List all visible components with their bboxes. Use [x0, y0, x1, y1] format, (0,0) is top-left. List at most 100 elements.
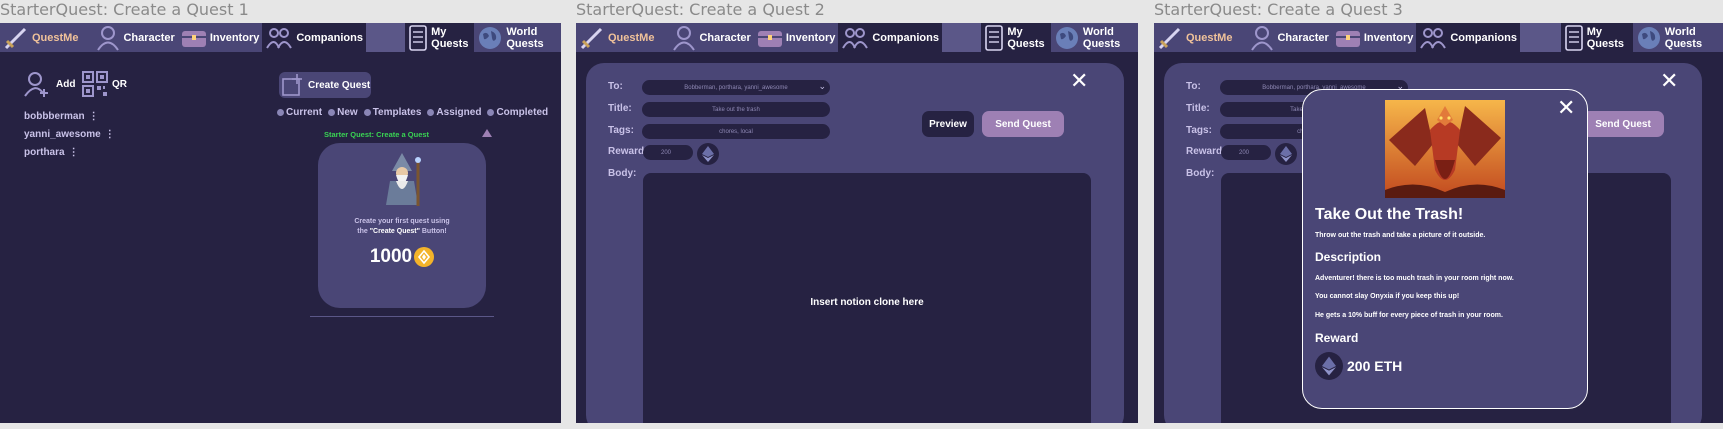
add-person-icon [24, 72, 48, 97]
send-quest-button[interactable]: Send Quest [1582, 111, 1664, 137]
close-icon[interactable]: ✕ [1660, 69, 1678, 94]
preview-button[interactable]: Preview [922, 111, 974, 137]
filter-templates[interactable]: Templates [363, 107, 421, 118]
create-quest-label: Create Quest [308, 79, 371, 91]
nav-character[interactable]: Character [93, 23, 177, 52]
eth-currency-icon[interactable] [1275, 143, 1297, 165]
frame-create-quest-3: QuestMe Character Inventory Companions M… [1154, 23, 1723, 423]
person-icon [1251, 25, 1274, 51]
top-nav: QuestMe Character Inventory Companions M… [1154, 23, 1723, 52]
create-quest-form: To: Bobberman, porthara, yanni_awesome ⌄… [586, 63, 1124, 423]
body-label: Body: [608, 168, 637, 179]
qr-label: QR [112, 78, 127, 90]
person-icon [673, 25, 696, 51]
frame-create-quest-1: QuestMe Character Inventory Companions M… [0, 23, 561, 423]
reward-label: Reward: [1186, 146, 1226, 157]
nav-world-quests-label: World Quests [1664, 25, 1703, 50]
nav-questme-label: QuestMe [608, 31, 655, 44]
nav-my-quests-label: My Quests [1586, 25, 1625, 50]
to-label: To: [1186, 81, 1201, 92]
quest-filter-bar: Current New Templates Assigned Completed [277, 107, 548, 118]
scroll-list-icon [985, 24, 1004, 51]
send-quest-button[interactable]: Send Quest [982, 111, 1064, 137]
nav-questme[interactable]: QuestMe [576, 23, 657, 52]
companion-item[interactable]: yanni_awesome ⋮ [24, 129, 115, 140]
nav-questme[interactable]: QuestMe [0, 23, 81, 52]
collapse-triangle-icon[interactable] [482, 129, 492, 137]
description-line: You cannot slay Onyxia if you keep this … [1315, 293, 1460, 300]
companion-item[interactable]: porthara ⋮ [24, 147, 79, 158]
to-label: To: [608, 81, 623, 92]
nav-my-quests[interactable]: My Quests [405, 23, 475, 52]
to-select[interactable]: Bobberman, porthara, yanni_awesome ⌄ [642, 80, 830, 95]
filter-completed[interactable]: Completed [487, 107, 548, 118]
chest-icon [1335, 30, 1360, 47]
reward-heading: Reward [1315, 331, 1359, 345]
more-icon[interactable]: ⋮ [105, 129, 115, 140]
add-companion-button[interactable]: Add [24, 71, 75, 97]
nav-questme-label: QuestMe [32, 31, 79, 44]
close-icon[interactable]: ✕ [1070, 69, 1088, 94]
nav-companions-label: Companions [296, 31, 363, 44]
sword-icon [1158, 27, 1181, 49]
coin-icon [414, 247, 435, 267]
radio-icon [487, 109, 495, 116]
top-nav: QuestMe Character Inventory Companions M… [0, 23, 561, 52]
filter-new[interactable]: New [328, 107, 358, 118]
title-label: Title: [608, 103, 632, 114]
companions-icon [266, 27, 293, 49]
radio-icon [427, 109, 435, 116]
scroll-list-icon [409, 24, 427, 51]
dragon-image [1385, 100, 1505, 198]
nav-companions[interactable]: Companions [1416, 23, 1520, 52]
starter-quest-card[interactable]: Create your first quest using the "Creat… [318, 143, 486, 308]
companion-name: yanni_awesome [24, 129, 101, 140]
nav-my-quests[interactable]: My Quests [1560, 23, 1633, 52]
more-icon[interactable]: ⋮ [69, 147, 79, 158]
nav-my-quests[interactable]: My Quests [981, 23, 1051, 52]
nav-companions[interactable]: Companions [838, 23, 942, 52]
nav-my-quests-label: My Quests [431, 25, 469, 50]
nav-inventory[interactable]: Inventory [754, 23, 839, 52]
tags-label: Tags: [1186, 125, 1212, 136]
nav-character[interactable]: Character [1247, 23, 1331, 52]
nav-companions[interactable]: Companions [262, 23, 366, 52]
chest-icon [757, 30, 782, 47]
starter-quest-title: Starter Quest: Create a Quest [324, 130, 430, 139]
nav-inventory-label: Inventory [1363, 31, 1414, 44]
nav-companions-label: Companions [1450, 31, 1517, 44]
nav-character[interactable]: Character [669, 23, 753, 52]
preview-title: Take Out the Trash! [1315, 206, 1464, 223]
globe-icon [1055, 26, 1078, 49]
nav-inventory[interactable]: Inventory [1332, 23, 1417, 52]
frame-title-2: StarterQuest: Create a Quest 2 [576, 0, 825, 19]
nav-world-quests[interactable]: World Quests [1632, 23, 1723, 52]
eth-currency-icon[interactable] [697, 143, 719, 165]
nav-world-quests-label: World Quests [1082, 25, 1121, 50]
reward-input[interactable]: 200 [1221, 145, 1271, 160]
nav-inventory-label: Inventory [785, 31, 836, 44]
companion-item[interactable]: bobbberman ⋮ [24, 111, 99, 122]
sword-icon [580, 27, 603, 49]
nav-inventory[interactable]: Inventory [178, 23, 263, 52]
qr-button[interactable]: QR [82, 71, 127, 97]
filter-assigned[interactable]: Assigned [427, 107, 481, 118]
nav-questme[interactable]: QuestMe [1154, 23, 1235, 52]
create-quest-button[interactable]: Create Quest [279, 72, 371, 98]
more-icon[interactable]: ⋮ [89, 111, 99, 122]
description-line: Adventurer! there is too much trash in y… [1315, 275, 1514, 282]
nav-character-label: Character [123, 31, 175, 44]
nav-world-quests[interactable]: World Quests [1050, 23, 1138, 52]
tags-input[interactable]: chores, local [642, 124, 830, 139]
reward-amount: 1000 [369, 246, 413, 267]
reward-input[interactable]: 200 [643, 145, 693, 160]
add-square-icon [282, 74, 302, 96]
body-editor[interactable]: Insert notion clone here [643, 173, 1091, 423]
preview-reward: 200 ETH [1315, 352, 1402, 380]
person-icon [97, 25, 120, 51]
nav-companions-label: Companions [872, 31, 939, 44]
close-icon[interactable]: ✕ [1557, 96, 1575, 121]
nav-world-quests[interactable]: World Quests [474, 23, 561, 52]
filter-current[interactable]: Current [277, 107, 322, 118]
title-input[interactable]: Take out the trash [642, 102, 830, 117]
